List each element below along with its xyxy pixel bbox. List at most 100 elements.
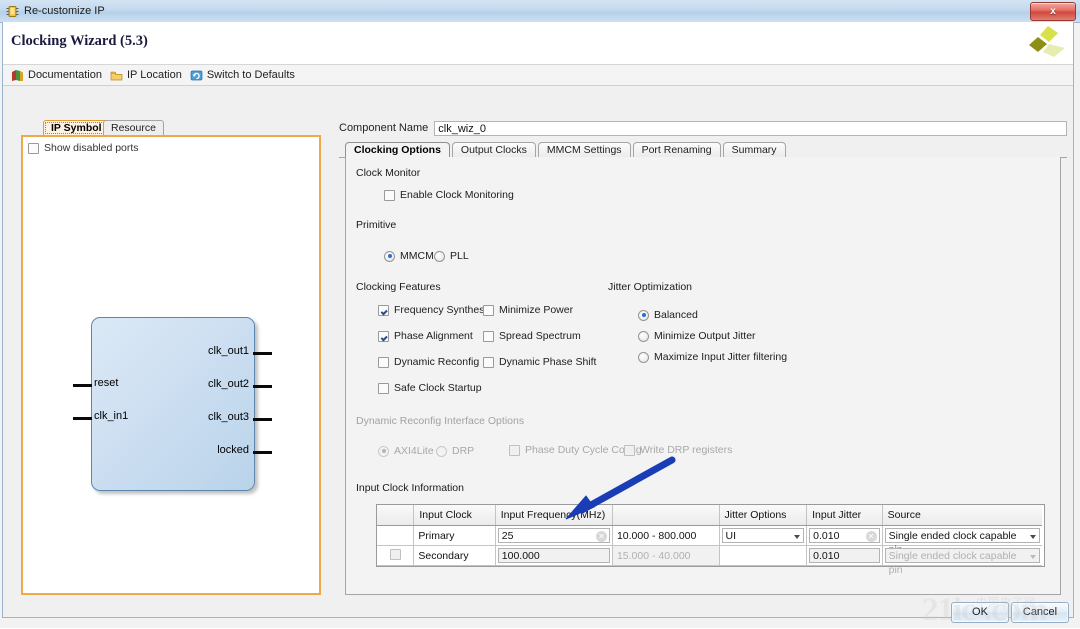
show-disabled-ports-checkbox[interactable] bbox=[28, 142, 39, 154]
feature-checkbox-safe-clock-startup[interactable] bbox=[378, 382, 389, 394]
tab-ip-symbol[interactable]: IP Symbol bbox=[43, 120, 110, 136]
jitter-option-balanced[interactable]: Balanced bbox=[638, 309, 698, 321]
primitive-label-pll: PLL bbox=[450, 250, 469, 262]
toolbar-item-documentation[interactable]: Documentation bbox=[11, 69, 102, 82]
cancel-button[interactable]: Cancel bbox=[1011, 602, 1069, 623]
tab-summary-label: Summary bbox=[731, 144, 777, 156]
tab-clocking-options[interactable]: Clocking Options bbox=[345, 142, 450, 158]
col-header-jitter-options: Jitter Options bbox=[719, 505, 808, 526]
feature-checkbox-spread-spectrum[interactable] bbox=[483, 330, 494, 342]
toolbar-item-ip-location[interactable]: IP Location bbox=[110, 69, 182, 82]
toolbar: Documentation IP Location Switch to Defa… bbox=[3, 65, 1073, 86]
enable-clock-monitoring-checkbox[interactable] bbox=[384, 189, 395, 201]
application-window: Re-customize IP x Clocking Wizard (5.3) bbox=[0, 0, 1080, 628]
group-dynamic-reconfig-interface-options: Dynamic Reconfig Interface Options bbox=[356, 415, 531, 427]
close-button[interactable]: x bbox=[1030, 2, 1076, 21]
tab-resource[interactable]: Resource bbox=[103, 120, 164, 136]
tab-mmcm-settings[interactable]: MMCM Settings bbox=[537, 142, 631, 158]
pin-label-clk_in1: clk_in1 bbox=[94, 410, 129, 422]
feature-safe-clock-startup[interactable]: Safe Clock Startup bbox=[378, 382, 482, 394]
ok-button[interactable]: OK bbox=[951, 602, 1009, 623]
group-label-clocking-features: Clocking Features bbox=[356, 281, 447, 293]
table-row-secondary: Secondary 100.000 15.000 - 40.000 0.010 … bbox=[377, 545, 1042, 576]
secondary-enable-checkbox[interactable] bbox=[389, 548, 401, 560]
feature-spread-spectrum[interactable]: Spread Spectrum bbox=[483, 330, 581, 342]
row-secondary-select-cell bbox=[377, 545, 415, 566]
col-header-select bbox=[377, 505, 415, 526]
group-label-clock-monitor: Clock Monitor bbox=[356, 167, 427, 179]
ip-symbol-panel: IP Symbol Resource Show disabled ports r… bbox=[21, 120, 321, 595]
tab-resource-label: Resource bbox=[111, 122, 156, 134]
dynamic-reconfig-label-axi4lite: AXI4Lite bbox=[394, 445, 434, 457]
pin-line-clk_in1 bbox=[73, 417, 92, 420]
pin-label-clk_out2: clk_out2 bbox=[208, 378, 249, 390]
col-header-input-clock: Input Clock bbox=[413, 505, 496, 526]
group-label-input-clock-information: Input Clock Information bbox=[356, 482, 470, 494]
feature-checkbox-minimize-power[interactable] bbox=[483, 304, 494, 316]
primitive-option-mmcm[interactable]: MMCM bbox=[384, 250, 434, 262]
primitive-radio-pll[interactable] bbox=[434, 250, 445, 262]
input-clock-table: Input Clock Input Frequency(MHz) Jitter … bbox=[376, 504, 1045, 576]
feature-dynamic-phase-shift[interactable]: Dynamic Phase Shift bbox=[483, 356, 596, 368]
dynamic-reconfig-radio-drp bbox=[436, 445, 447, 457]
toolbar-item-switch-to-defaults[interactable]: Switch to Defaults bbox=[190, 69, 295, 82]
jitter-option-minimize-output-jitter[interactable]: Minimize Output Jitter bbox=[638, 330, 756, 342]
primitive-radio-mmcm[interactable] bbox=[384, 250, 395, 262]
clear-icon-input-jitter-primary[interactable]: ✕ bbox=[865, 531, 877, 542]
row-secondary-name: Secondary bbox=[413, 545, 496, 566]
clear-icon-frequency-primary[interactable]: ✕ bbox=[595, 531, 607, 542]
cancel-button-label: Cancel bbox=[1022, 606, 1058, 618]
tab-summary[interactable]: Summary bbox=[722, 142, 786, 158]
chevron-down-icon-source-primary bbox=[1030, 535, 1036, 539]
pin-line-clk_out1 bbox=[253, 352, 272, 355]
jitter-radio-balanced[interactable] bbox=[638, 309, 649, 321]
jitter-radio-maximize-input-jitter-filtering[interactable] bbox=[638, 351, 649, 363]
toolbar-label-switch-to-defaults: Switch to Defaults bbox=[206, 69, 295, 81]
feature-checkbox-dynamic-phase-shift[interactable] bbox=[483, 356, 494, 368]
configuration-panel: Component Name clk_wiz_0 Clocking Option… bbox=[339, 120, 1067, 595]
jitter-label-maximize-input-jitter-filtering: Maximize Input Jitter filtering bbox=[654, 351, 788, 363]
jitter-radio-minimize-output-jitter[interactable] bbox=[638, 330, 649, 342]
show-disabled-ports-row[interactable]: Show disabled ports bbox=[28, 142, 139, 154]
primitive-option-pll[interactable]: PLL bbox=[434, 250, 469, 262]
feature-checkbox-phase-alignment[interactable] bbox=[378, 330, 389, 342]
feature-phase-alignment[interactable]: Phase Alignment bbox=[378, 330, 473, 342]
feature-label-spread-spectrum: Spread Spectrum bbox=[499, 330, 581, 342]
jitter-options-primary-value: UI bbox=[725, 530, 737, 542]
feature-checkbox-frequency-synthesis[interactable] bbox=[378, 304, 389, 316]
tabstrip: Clocking Options Output Clocks MMCM Sett… bbox=[345, 142, 788, 158]
col-header-source: Source bbox=[882, 505, 1042, 526]
jitter-option-maximize-input-jitter-filtering[interactable]: Maximize Input Jitter filtering bbox=[638, 351, 787, 363]
ip-window-icon bbox=[6, 5, 19, 18]
jitter-options-primary-combo[interactable]: UI bbox=[721, 528, 805, 543]
ip-symbol-canvas: Show disabled ports reset clk_in1 clk_ou… bbox=[21, 135, 321, 595]
component-name-input[interactable]: clk_wiz_0 bbox=[434, 120, 1067, 136]
source-primary-combo[interactable]: Single ended clock capable pin bbox=[884, 528, 1040, 556]
feature-minimize-power[interactable]: Minimize Power bbox=[483, 304, 573, 316]
feature-checkbox-dynamic-reconfig[interactable] bbox=[378, 356, 389, 368]
primitive-label-mmcm: MMCM bbox=[400, 250, 434, 262]
feature-dynamic-reconfig[interactable]: Dynamic Reconfig bbox=[378, 356, 479, 368]
row-secondary-frequency-cell: 100.000 bbox=[495, 545, 613, 566]
tab-ip-symbol-label: IP Symbol bbox=[51, 122, 102, 134]
input-frequency-primary-field[interactable]: 25 ✕ bbox=[497, 528, 610, 543]
input-jitter-primary-field[interactable]: 0.010 ✕ bbox=[809, 528, 880, 543]
dynamic-reconfig-option-drp: DRP bbox=[436, 445, 474, 457]
dynamic-reconfig-check-phase-duty-cycle-config: Phase Duty Cycle Config bbox=[509, 444, 642, 456]
input-frequency-primary-value: 25 bbox=[501, 530, 514, 542]
tab-clocking-options-label: Clocking Options bbox=[354, 144, 441, 156]
enable-clock-monitoring-row[interactable]: Enable Clock Monitoring bbox=[384, 189, 514, 201]
dynamic-reconfig-label-drp: DRP bbox=[452, 445, 475, 457]
feature-label-phase-alignment: Phase Alignment bbox=[394, 330, 473, 342]
clocking-options-pane: Clock Monitor Enable Clock Monitoring Pr… bbox=[345, 157, 1061, 595]
row-primary-jitter-options-cell: UI bbox=[719, 525, 808, 546]
tab-mmcm-settings-label: MMCM Settings bbox=[546, 144, 622, 156]
tab-output-clocks[interactable]: Output Clocks bbox=[451, 142, 536, 158]
feature-label-minimize-power: Minimize Power bbox=[499, 304, 574, 316]
feature-frequency-synthesis[interactable]: Frequency Synthesis bbox=[378, 304, 492, 316]
row-primary-frequency-cell: 25 ✕ bbox=[495, 525, 613, 546]
source-secondary-combo: Single ended clock capable pin bbox=[884, 548, 1040, 576]
col-header-input-frequency: Input Frequency(MHz) bbox=[495, 505, 613, 526]
tab-port-renaming[interactable]: Port Renaming bbox=[632, 142, 721, 158]
input-frequency-secondary-field: 100.000 bbox=[497, 548, 610, 563]
